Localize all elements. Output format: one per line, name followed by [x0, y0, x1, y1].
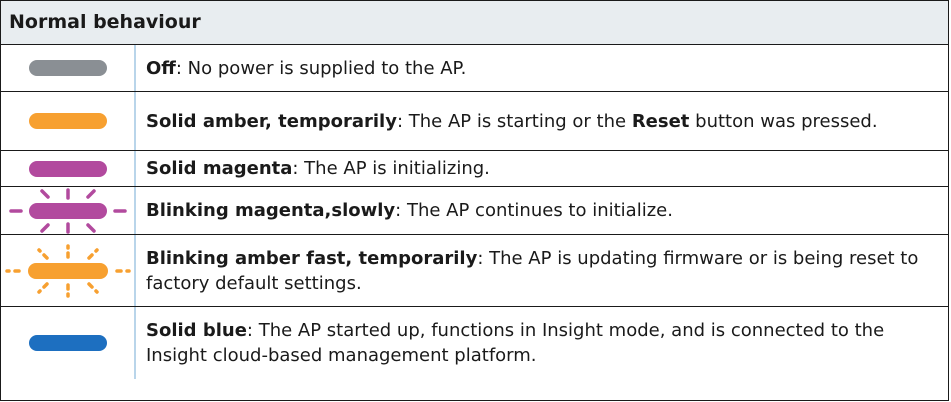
status-description: : The AP continues to initialize. — [395, 200, 673, 221]
led-solid-amber-icon — [28, 113, 107, 129]
status-description: : The AP is starting or the — [396, 110, 632, 132]
status-name: Solid magenta — [146, 158, 293, 179]
status-name: Blinking amber fast, temporarily — [146, 247, 478, 269]
led-solid-blue-icon — [28, 335, 107, 351]
led-off-icon — [28, 60, 107, 76]
status-description-end: button was pressed. — [689, 110, 878, 132]
status-name: Off — [146, 57, 176, 79]
reset-button-label: Reset — [631, 110, 690, 132]
table-row: Solid amber, temporarily: The AP is star… — [1, 92, 948, 151]
led-blinking-magenta-slow-icon — [8, 187, 127, 234]
table-row: Off: No power is supplied to the AP. — [1, 45, 948, 92]
table-row: Blinking magenta,slowly: The AP continue… — [1, 187, 948, 235]
status-name: Blinking magenta,slowly — [146, 200, 396, 221]
status-name: Solid amber, temporarily — [146, 110, 397, 132]
status-description: : The AP started up, functions in Insigh… — [146, 320, 885, 366]
led-behaviour-table: Normal behaviour Off: No power is suppli… — [0, 0, 949, 401]
led-solid-magenta-icon — [28, 160, 107, 177]
table-row: Blinking amber fast, temporarily: The AP… — [1, 235, 948, 307]
status-description: : The AP is initializing. — [292, 158, 490, 179]
table-row: Solid blue: The AP started up, functions… — [1, 307, 948, 379]
table-header: Normal behaviour — [1, 1, 948, 45]
status-name: Solid blue — [146, 320, 247, 341]
led-blinking-amber-fast-icon — [4, 243, 131, 298]
status-description: : No power is supplied to the AP. — [175, 57, 467, 79]
table-row: Solid magenta: The AP is initializing. — [1, 151, 948, 187]
